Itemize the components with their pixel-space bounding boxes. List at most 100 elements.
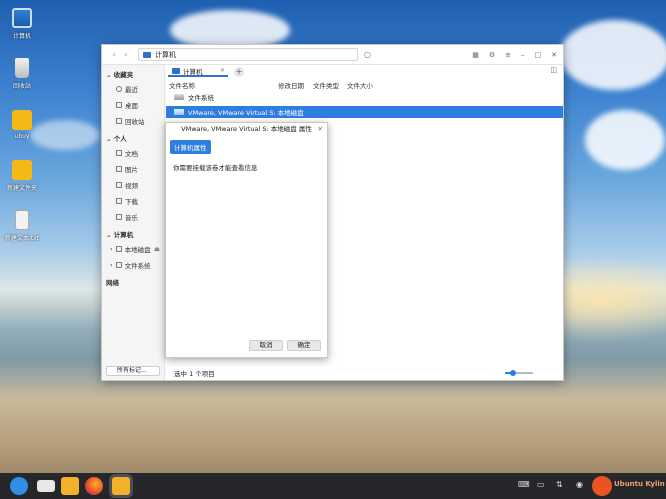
close-icon[interactable]: ✕ [551,51,557,59]
sidebar-header-favorites[interactable]: ⌄ 收藏夹 [102,65,164,81]
firefox-icon[interactable] [85,477,103,495]
column-headers: 文件名称 修改日期 文件类型 文件大小 [166,79,563,91]
status-bar: 选中 1 个项目 [174,368,563,378]
tab-bar: 计算机 ✕ + ◫ [166,65,563,77]
close-icon[interactable]: ✕ [318,123,323,136]
file-row[interactable]: 文件系统 [166,91,563,103]
dialog-buttons: 取消 确定 [249,340,321,351]
file-manager-icon[interactable] [61,477,79,495]
trash-icon [116,118,122,124]
dialog-title: VMware, VMware Virtual S: 本地磁盘 属性 ✕ [166,123,327,136]
search-icon[interactable]: ○ [364,50,371,59]
dialog-title-text: VMware, VMware Virtual S: 本地磁盘 属性 [181,125,312,133]
desktop-icon-computer[interactable]: 计算机 [4,8,40,40]
column-size[interactable]: 文件大小 [347,80,387,90]
multitask-view-icon[interactable] [37,480,55,492]
sidebar-item-recent[interactable]: 最近 [102,81,164,97]
zoom-slider[interactable] [505,370,533,376]
watermark-text: Ubuntu Kylin [614,480,665,488]
sidebar-item-documents[interactable]: 文档 [102,145,164,161]
picture-icon [116,166,122,172]
desktop-icon-label: 回收站 [12,83,31,90]
tab-close-icon[interactable]: ✕ [220,67,225,74]
eject-icon[interactable]: ⏏ [154,245,160,253]
zoom-slider-knob[interactable] [510,370,517,376]
sidebar-item-pictures[interactable]: 图片 [102,161,164,177]
desktop-icon-home[interactable]: ubuy [4,110,40,140]
download-icon [116,198,122,204]
network-icon[interactable]: ⇅ [556,480,563,489]
disk-icon [174,109,184,115]
address-bar[interactable]: 计算机 [138,48,358,61]
column-name[interactable]: 文件名称 [166,80,266,90]
tab-label: 计算机 [183,67,203,76]
sidebar-item-desktop[interactable]: 桌面 [102,97,164,113]
menu-icon[interactable]: ≡ [505,51,511,59]
file-manager-active-icon[interactable] [112,477,130,495]
file-name: VMware, VMware Virtual S: 本地磁盘 [188,109,304,117]
sidebar-item-downloads[interactable]: 下载 [102,193,164,209]
column-type[interactable]: 文件类型 [313,80,347,90]
status-text: 选中 1 个项目 [174,370,215,378]
all-tags-button[interactable]: 所有标记... [106,366,160,376]
sidebar-item-local-disk[interactable]: › 本地磁盘 ⏏ [102,241,164,257]
tab-computer[interactable]: 计算机 ✕ [168,66,228,77]
add-tab-button[interactable]: + [234,67,244,77]
computer-icon [12,8,32,28]
taskbar: ⌨ ▭ ⇅ ◉ Ubuntu Kylin [0,473,666,499]
sidebar-header-network[interactable]: 网络 [102,273,164,289]
document-icon [116,150,122,156]
desktop-icon-label: 新建文本.txt [4,235,40,242]
sidebar: ⌄ 收藏夹 最近 桌面 回收站 ⌄ 个人 文档 图片 视频 下载 音乐 ⌄ 计算… [102,65,165,380]
ok-button[interactable]: 确定 [287,340,321,351]
address-text: 计算机 [155,50,176,59]
cloud [585,110,665,170]
forward-icon[interactable]: › [120,50,132,59]
desktop-icon-label: 新建文件夹 [6,185,37,192]
back-icon[interactable]: ‹ [108,50,120,59]
clock-icon [116,86,122,92]
text-file-icon [15,210,29,230]
file-name: 文件系统 [188,94,214,102]
trash-icon [15,58,29,78]
start-menu-icon[interactable] [10,477,28,495]
desktop-icon-folder[interactable]: 新建文件夹 [4,160,40,192]
minimize-icon[interactable]: – [521,51,525,59]
home-folder-icon [12,110,32,130]
computer-icon [143,51,151,58]
cloud [30,120,100,150]
properties-dialog: VMware, VMware Virtual S: 本地磁盘 属性 ✕ 计算机属… [165,122,328,358]
sidebar-header-personal[interactable]: ⌄ 个人 [102,129,164,145]
folder-icon [12,160,32,180]
disk-icon [115,262,122,268]
volume-icon[interactable]: ◉ [576,480,583,489]
column-date[interactable]: 修改日期 [278,80,313,90]
preview-toggle-icon[interactable]: ◫ [550,66,557,74]
sidebar-header-computer[interactable]: ⌄ 计算机 [102,225,164,241]
disk-icon [115,246,122,252]
dialog-message: 你需要挂载该卷才能查看信息 [173,164,258,172]
maximize-icon[interactable]: □ [535,51,542,59]
sidebar-item-trash[interactable]: 回收站 [102,113,164,129]
desktop-icon-textfile[interactable]: 新建文本.txt [4,210,40,242]
tab-computer-properties[interactable]: 计算机属性 [170,140,211,154]
file-row-selected[interactable]: VMware, VMware Virtual S: 本地磁盘 [166,106,563,118]
desktop-icon-label: 计算机 [12,33,31,40]
keyboard-icon[interactable]: ⌨ [518,480,530,489]
music-icon [116,214,122,220]
sidebar-item-music[interactable]: 音乐 [102,209,164,225]
disk-icon [174,94,184,100]
cloud [560,20,666,90]
computer-icon [172,67,180,74]
cancel-button[interactable]: 取消 [249,340,283,351]
ubuntu-kylin-logo [592,476,612,496]
options-icon[interactable]: ⚙ [489,51,495,59]
sidebar-item-filesystem[interactable]: › 文件系统 [102,257,164,273]
view-mode-icon[interactable]: ▦ [472,51,479,59]
video-icon [116,182,122,188]
notification-icon[interactable]: ▭ [537,480,545,489]
sidebar-item-videos[interactable]: 视频 [102,177,164,193]
desktop-icon [116,102,122,108]
titlebar: ‹ › 计算机 ○ ▦ ⚙ ≡ – □ ✕ [102,45,563,65]
desktop-icon-trash[interactable]: 回收站 [4,58,40,90]
